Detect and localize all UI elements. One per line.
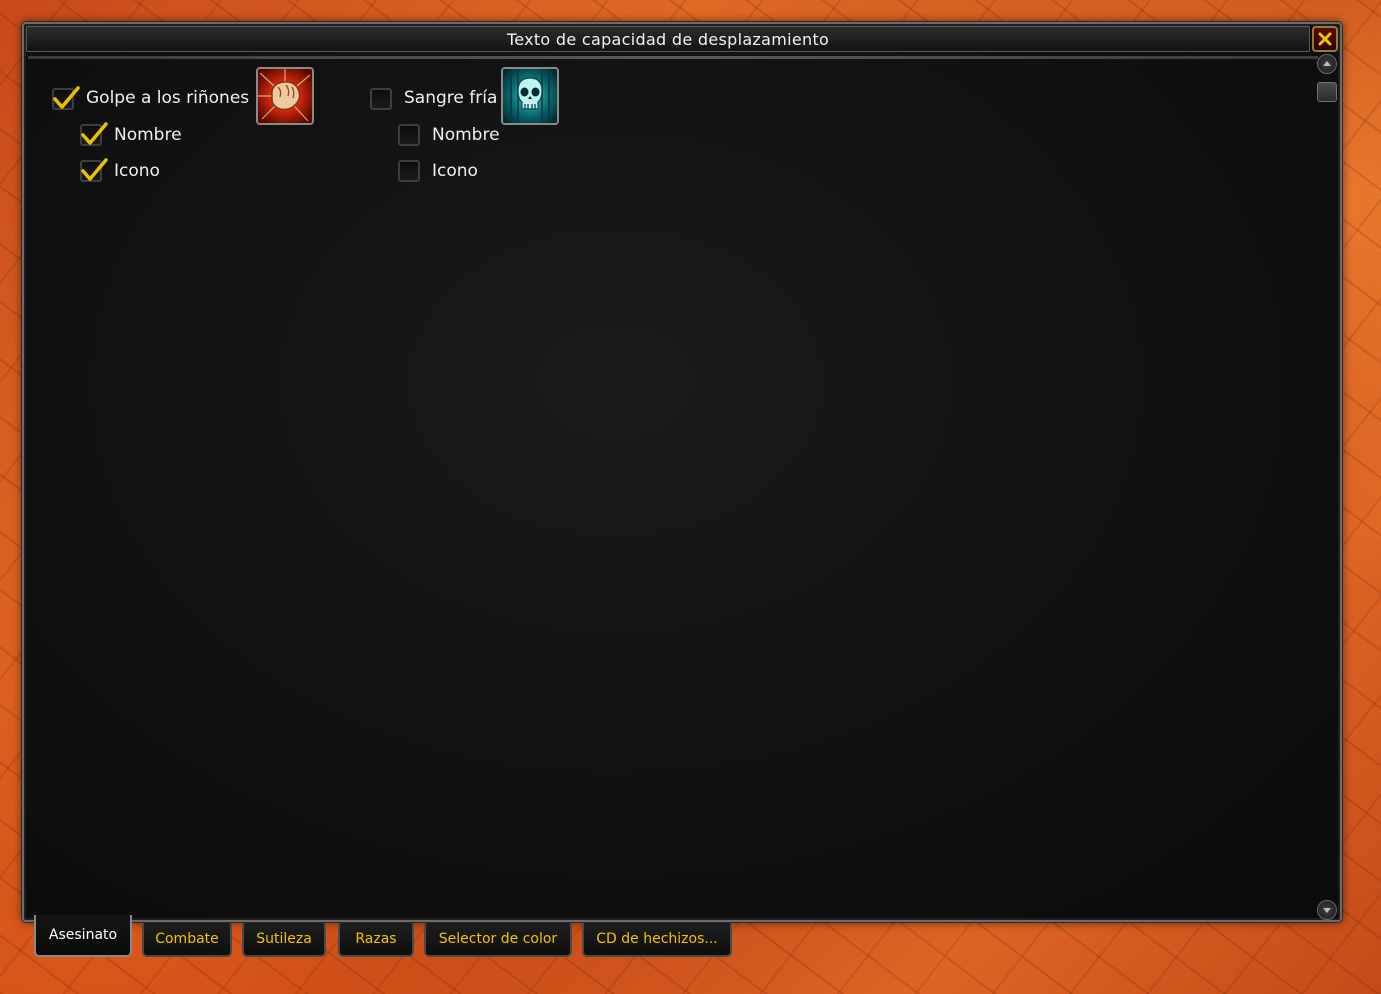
- close-icon: [1318, 32, 1332, 46]
- tab-asesinato[interactable]: Asesinato: [34, 915, 132, 957]
- option-checkbox-kidney-shot-name[interactable]: [80, 122, 108, 146]
- kidney-shot-fist-icon: [256, 67, 314, 125]
- settings-window: Texto de capacidad de desplazamiento Gol…: [22, 22, 1342, 922]
- arrow-down-icon: [1323, 908, 1331, 913]
- tab-razas[interactable]: Razas: [338, 923, 414, 957]
- tab-combate[interactable]: Combate: [142, 923, 232, 957]
- spell-checkbox-kidney-shot[interactable]: [52, 86, 80, 110]
- option-checkbox-cold-blood-icon[interactable]: [398, 160, 420, 182]
- tab-sutileza[interactable]: Sutileza: [242, 923, 326, 957]
- tab-selector-de-color[interactable]: Selector de color: [424, 923, 572, 957]
- tab-cd-de-hechizos[interactable]: CD de hechizos...: [582, 923, 732, 957]
- title-divider: [28, 56, 1318, 59]
- scroll-down-button[interactable]: [1317, 900, 1337, 920]
- option-label-kidney-shot-icon: Icono: [114, 161, 160, 181]
- check-mark-icon: [81, 158, 108, 181]
- scroll-up-button[interactable]: [1317, 54, 1337, 74]
- close-button[interactable]: [1312, 26, 1338, 52]
- option-checkbox-cold-blood-name[interactable]: [398, 124, 420, 146]
- option-label-cold-blood-icon: Icono: [432, 161, 478, 181]
- spell-label-cold-blood: Sangre fría: [404, 88, 498, 108]
- scroll-thumb[interactable]: [1317, 82, 1337, 102]
- scrollbar[interactable]: [1316, 54, 1338, 920]
- check-mark-icon: [53, 86, 80, 109]
- check-mark-icon: [81, 122, 108, 145]
- option-label-cold-blood-name: Nombre: [432, 125, 500, 145]
- cold-blood-skull-icon: [501, 67, 559, 125]
- spell-checkbox-cold-blood[interactable]: [370, 88, 392, 110]
- option-label-kidney-shot-name: Nombre: [114, 125, 182, 145]
- option-checkbox-kidney-shot-icon[interactable]: [80, 158, 108, 182]
- spell-label-kidney-shot: Golpe a los riñones: [86, 88, 250, 108]
- arrow-up-icon: [1323, 61, 1331, 66]
- window-title: Texto de capacidad de desplazamiento: [506, 29, 830, 49]
- title-bar[interactable]: Texto de capacidad de desplazamiento: [26, 26, 1310, 52]
